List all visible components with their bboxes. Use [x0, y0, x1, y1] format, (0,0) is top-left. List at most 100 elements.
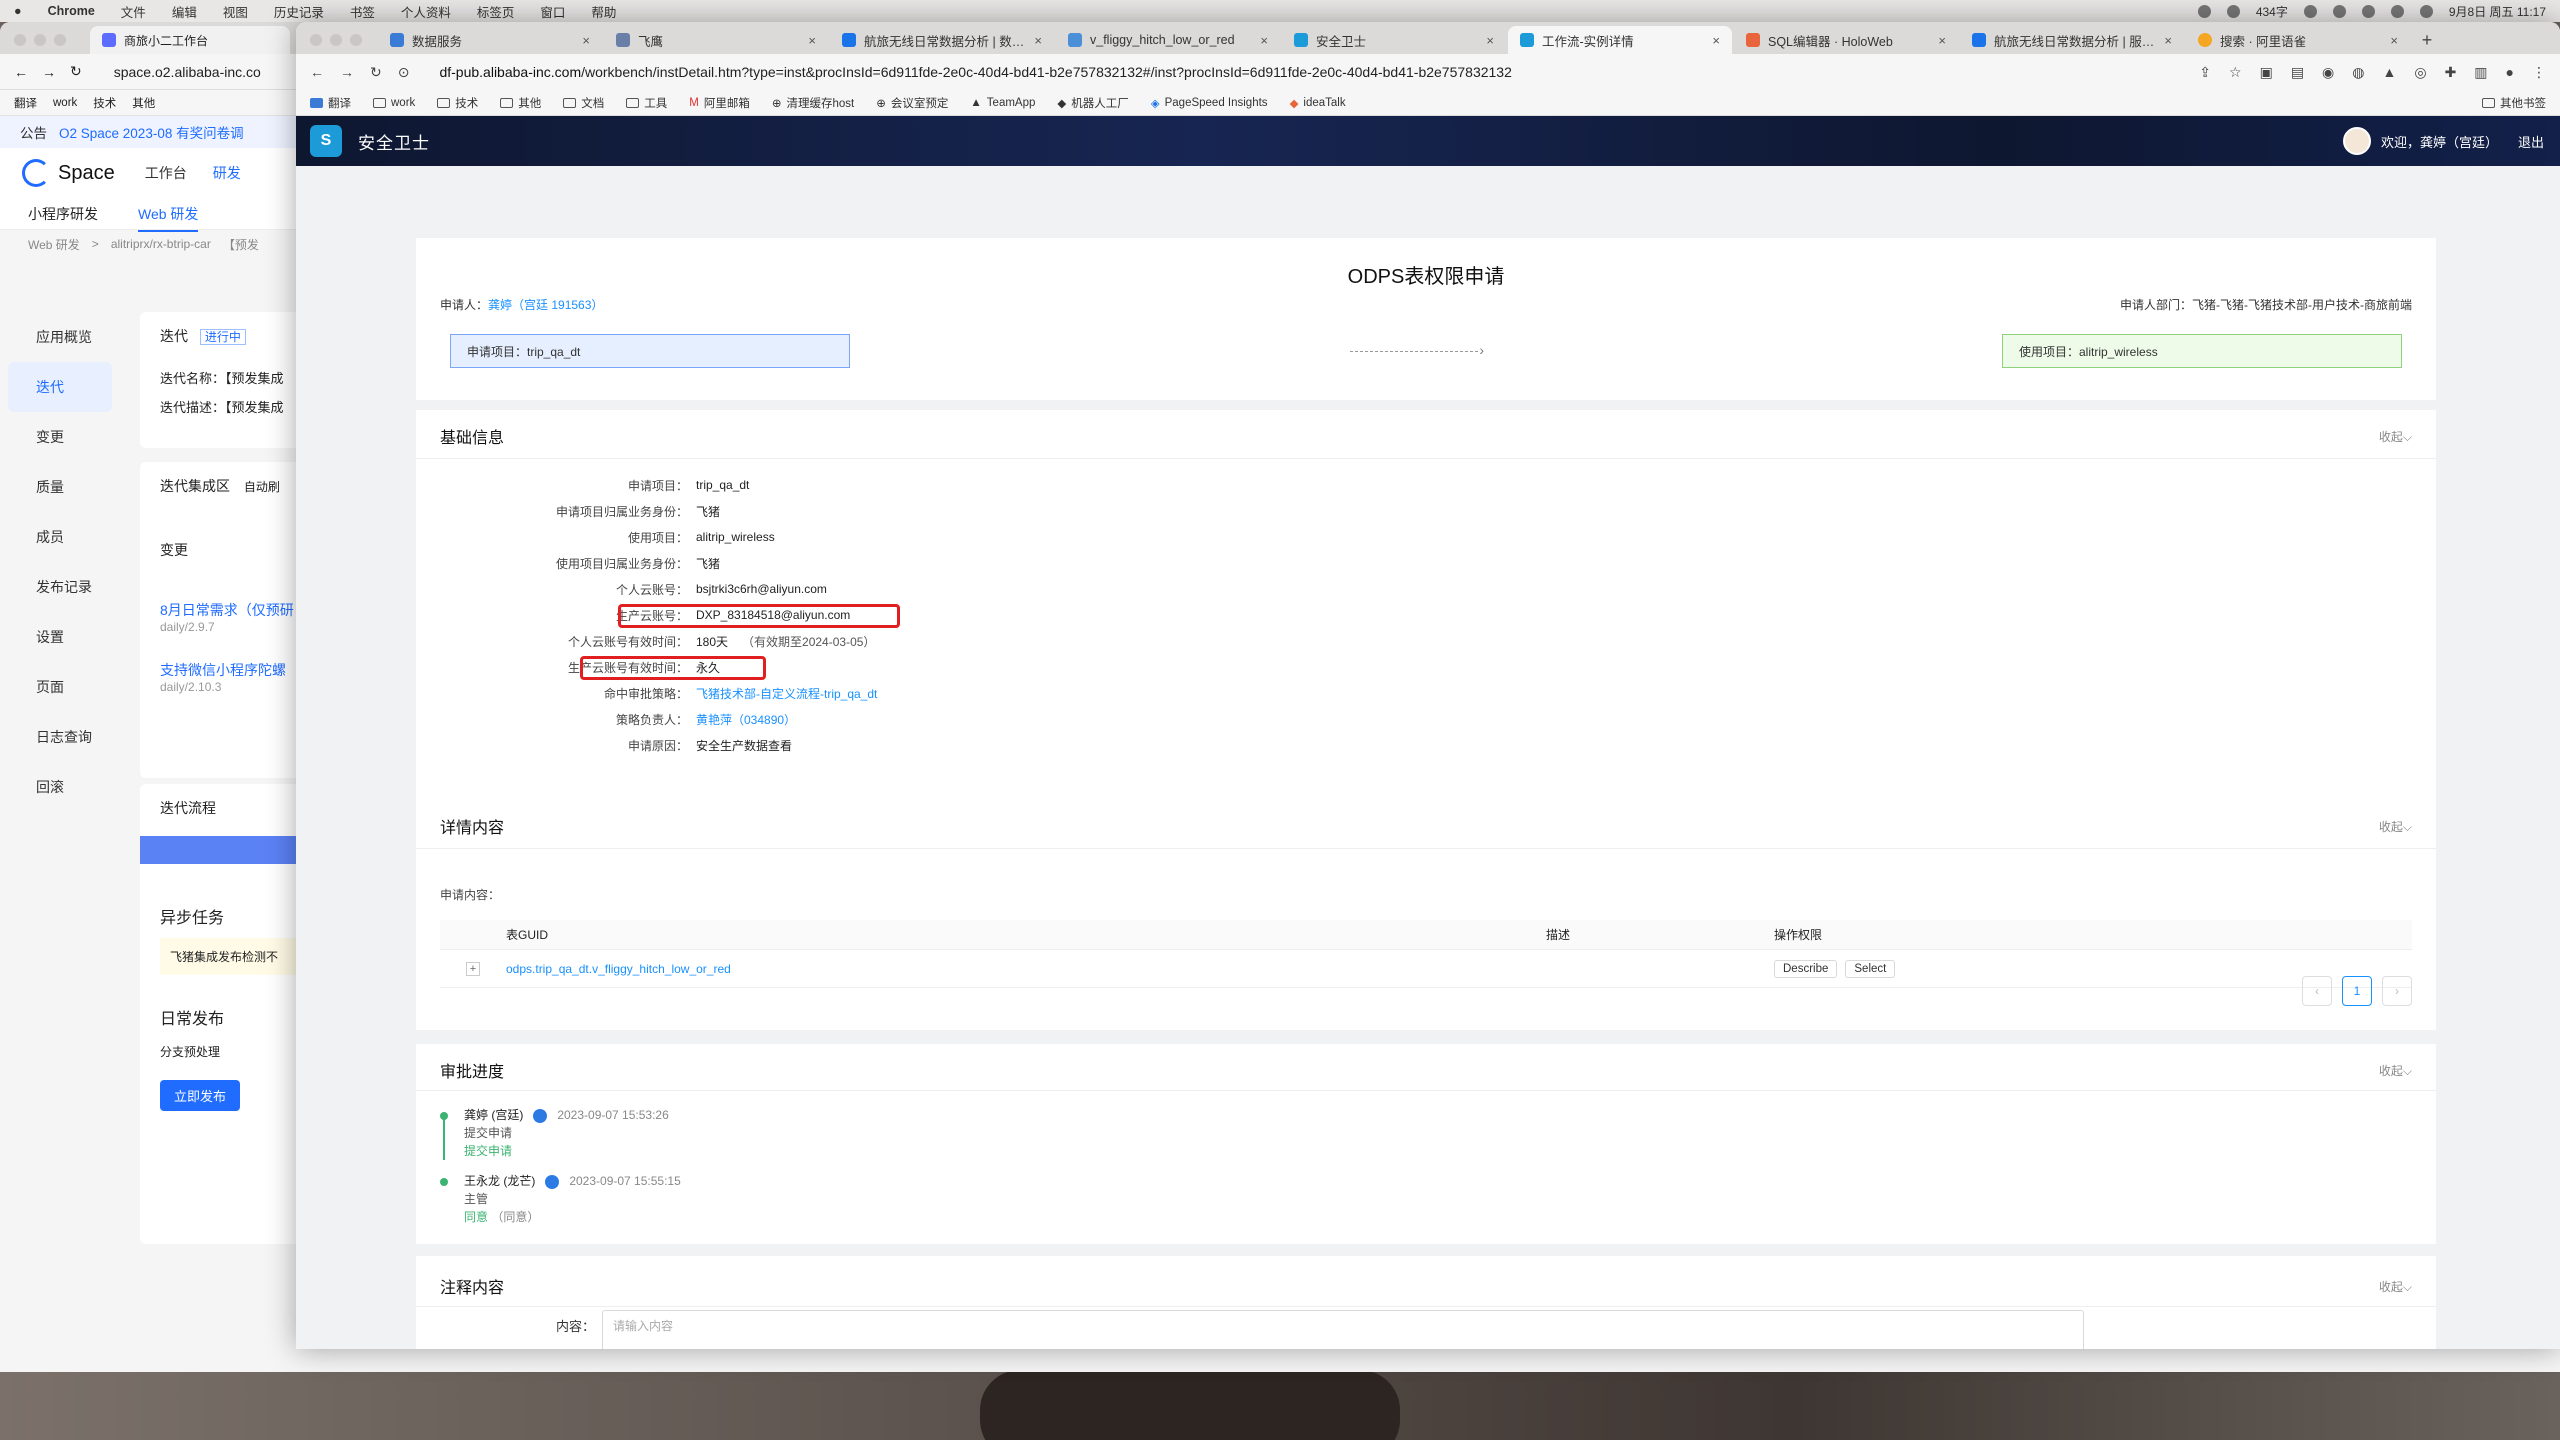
browser-tab[interactable]: 搜索 · 阿里语雀 × [2186, 26, 2410, 54]
close-icon[interactable]: × [1486, 33, 1494, 48]
sidebar-item-overview[interactable]: 应用概览 [0, 312, 120, 362]
browser-tab[interactable]: 数据服务 × [378, 26, 602, 54]
subnav-web[interactable]: Web 研发 [138, 204, 199, 232]
back-arrow-icon[interactable]: ← [310, 64, 324, 80]
search-icon[interactable] [2390, 4, 2404, 18]
applicant-link[interactable]: 龚婷（宫廷 191563） [488, 298, 603, 312]
close-icon[interactable]: × [1938, 33, 1946, 48]
site-info-icon[interactable]: ⊙ [398, 64, 410, 81]
clock[interactable]: 9月8日 周五 11:17 [2449, 3, 2546, 20]
extensions-puzzle-icon[interactable]: ✚ [2445, 64, 2457, 81]
browser-tab[interactable]: 飞鹰 × [604, 26, 828, 54]
menu-app-name[interactable]: Chrome [48, 4, 95, 18]
extension-icon[interactable]: ▲ [2382, 64, 2396, 81]
bookmark-other[interactable]: 其他 [132, 95, 155, 111]
extension-icon[interactable]: ◍ [2352, 64, 2364, 81]
forward-arrow-icon[interactable]: → [42, 64, 56, 80]
note-textarea[interactable]: 请输入内容 [602, 1310, 2084, 1349]
front-browser-window[interactable]: 数据服务 × 飞鹰 × 航旅无线日常数据分析 | 数据开 × v_fliggy_hit… [296, 22, 2560, 1349]
next-page-icon[interactable]: › [2382, 976, 2412, 1006]
back-arrow-icon[interactable]: ← [14, 64, 28, 80]
browser-tab[interactable]: v_fliggy_hitch_low_or_red × [1056, 26, 1280, 54]
status-icon[interactable] [2226, 4, 2240, 18]
browser-tab[interactable]: SQL编辑器 · HoloWeb × [1734, 26, 1958, 54]
space-logo[interactable]: Space [22, 159, 115, 187]
other-bookmarks[interactable]: 其他书签 [2482, 95, 2546, 111]
url-field[interactable]: df-pub.alibaba-inc.com/workbench/instDet… [439, 64, 2183, 80]
page-number[interactable]: 1 [2342, 976, 2372, 1006]
bookmark-folder[interactable]: 文档 [563, 95, 604, 111]
bookmark-item[interactable]: ▲ TeamApp [970, 97, 1035, 109]
breadcrumb-item[interactable]: Web 研发 [28, 236, 80, 253]
publish-button[interactable]: 立即发布 [160, 1080, 241, 1111]
back-url[interactable]: space.o2.alibaba-inc.co [114, 64, 261, 80]
collapse-toggle[interactable]: 收起⌵ [2379, 818, 2412, 835]
close-icon[interactable]: × [1260, 33, 1268, 48]
extension-icon[interactable]: ▣ [2260, 64, 2273, 81]
control-center-icon[interactable] [2419, 4, 2433, 18]
nav-dev[interactable]: 研发 [213, 163, 241, 183]
reload-icon[interactable]: ↻ [70, 63, 82, 80]
new-tab-icon[interactable]: + [2412, 26, 2442, 54]
close-icon[interactable]: × [808, 33, 816, 48]
collapse-toggle[interactable]: 收起⌵ [2379, 1278, 2412, 1295]
sidebar-item-quality[interactable]: 质量 [0, 462, 120, 512]
menu-item-history[interactable]: 历史记录 [274, 2, 324, 21]
bookmark-work[interactable]: work [53, 97, 77, 109]
menu-item-window[interactable]: 窗口 [540, 2, 565, 21]
extension-icon[interactable]: ◉ [2322, 64, 2334, 81]
menu-item-view[interactable]: 视图 [223, 2, 248, 21]
back-tab[interactable]: 商旅小二工作台 [90, 26, 290, 54]
star-icon[interactable]: ☆ [2229, 64, 2242, 81]
menu-item-file[interactable]: 文件 [121, 2, 146, 21]
bookmark-item[interactable]: ◆ 机器人工厂 [1057, 95, 1128, 111]
sidebar-item-rollback[interactable]: 回滚 [0, 762, 120, 812]
menu-item-edit[interactable]: 编辑 [172, 2, 197, 21]
policy-link[interactable]: 飞猪技术部-自定义流程-trip_qa_dt [696, 685, 877, 702]
profile-icon[interactable]: ● [2506, 64, 2514, 81]
owner-link[interactable]: 黄艳萍（034890） [696, 711, 796, 728]
sidebar-item-iteration[interactable]: 迭代 [8, 362, 112, 412]
status-icon[interactable] [2303, 4, 2317, 18]
bookmark-item[interactable]: ⊕ 清理缓存host [772, 95, 854, 111]
avatar[interactable] [2342, 127, 2371, 155]
bookmark-folder[interactable]: 工具 [626, 95, 667, 111]
word-count-status[interactable]: 434字 [2256, 3, 2288, 20]
browser-tab[interactable]: 安全卫士 × [1282, 26, 1506, 54]
menu-item-help[interactable]: 帮助 [591, 2, 616, 21]
bookmark-translate[interactable]: 翻译 [14, 95, 37, 111]
breadcrumb-item[interactable]: alitriprx/rx-btrip-car [111, 237, 211, 251]
menu-item-tabs[interactable]: 标签页 [477, 2, 515, 21]
collapse-toggle[interactable]: 收起⌵ [2379, 1062, 2412, 1079]
sidebar-item-change[interactable]: 变更 [0, 412, 120, 462]
bookmark-folder[interactable]: 其他 [500, 95, 541, 111]
bookmark-item[interactable]: M 阿里邮箱 [689, 95, 750, 111]
apple-menu-icon[interactable]: ● [14, 4, 22, 18]
sidebar-item-logs[interactable]: 日志查询 [0, 712, 120, 762]
bookmark-tech[interactable]: 技术 [93, 95, 116, 111]
announcement-link[interactable]: O2 Space 2023-08 有奖问卷调 [59, 122, 244, 142]
close-icon[interactable]: × [582, 33, 590, 48]
reload-icon[interactable]: ↻ [370, 64, 382, 81]
nav-workbench[interactable]: 工作台 [145, 163, 187, 183]
sidebar-icon[interactable]: ▥ [2474, 64, 2487, 81]
wifi-icon[interactable] [2361, 4, 2375, 18]
status-icon[interactable] [2332, 4, 2346, 18]
collapse-toggle[interactable]: 收起⌵ [2379, 428, 2412, 445]
logout-link[interactable]: 退出 [2518, 132, 2544, 151]
forward-arrow-icon[interactable]: → [340, 64, 354, 80]
close-icon[interactable]: × [2390, 33, 2398, 48]
subnav-miniprogram[interactable]: 小程序研发 [28, 204, 98, 224]
extension-icon[interactable]: ▤ [2291, 64, 2304, 81]
expand-icon[interactable]: + [466, 962, 480, 976]
bookmark-item[interactable]: ◆ ideaTalk [1290, 96, 1346, 110]
sidebar-item-releases[interactable]: 发布记录 [0, 562, 120, 612]
bookmark-item[interactable]: ◈ PageSpeed Insights [1151, 96, 1268, 110]
auto-refresh[interactable]: 自动刷 [244, 480, 280, 494]
extension-icon[interactable]: ◎ [2414, 64, 2426, 81]
close-icon[interactable]: × [1712, 33, 1720, 48]
app-title[interactable]: 安全卫士 [358, 129, 430, 154]
prev-page-icon[interactable]: ‹ [2302, 976, 2332, 1006]
menu-item-profile[interactable]: 个人资料 [401, 2, 451, 21]
bookmark-item[interactable]: 翻译 [310, 95, 351, 111]
